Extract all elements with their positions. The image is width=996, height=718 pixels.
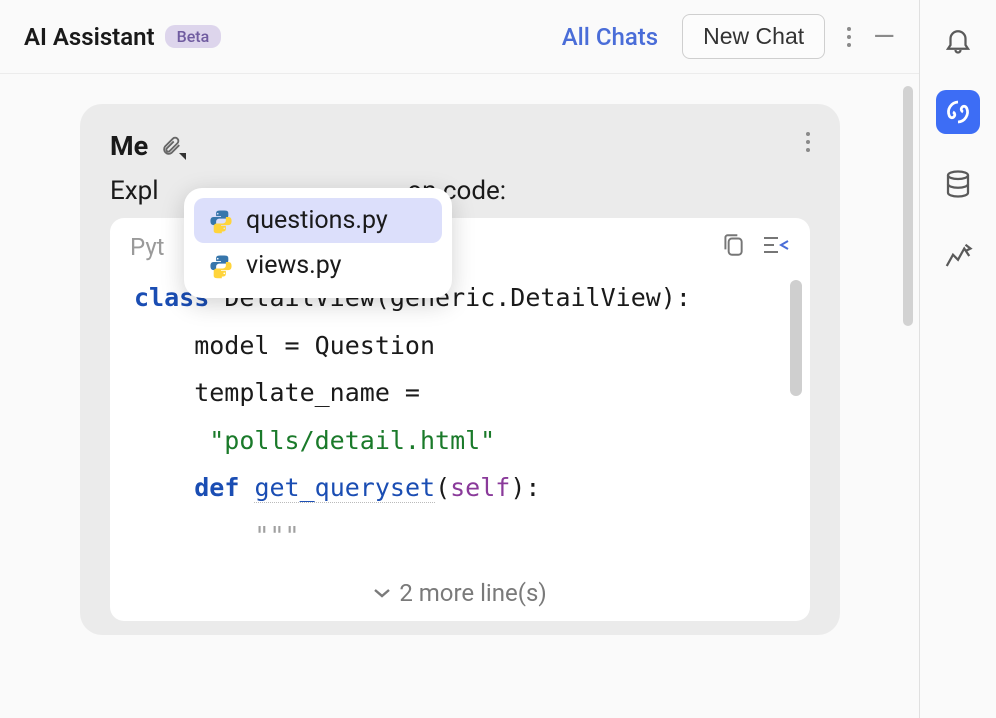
attachment-option[interactable]: questions.py bbox=[194, 198, 442, 243]
python-file-icon bbox=[208, 253, 234, 279]
attachment-dropdown: questions.py views.py bbox=[184, 188, 452, 298]
right-toolbar bbox=[920, 0, 996, 718]
insert-code-button[interactable] bbox=[762, 232, 790, 262]
insert-icon bbox=[762, 232, 790, 258]
code-content[interactable]: class DetailView(generic.DetailView): mo… bbox=[110, 264, 810, 569]
panel-more-button[interactable] bbox=[847, 27, 851, 47]
beta-badge: Beta bbox=[165, 25, 222, 48]
code-scrollbar[interactable] bbox=[790, 280, 802, 396]
ai-assistant-panel: AI Assistant Beta All Chats New Chat — M… bbox=[0, 0, 920, 718]
analytics-button[interactable] bbox=[936, 234, 980, 278]
python-file-icon bbox=[208, 208, 234, 234]
attachment-option-label: views.py bbox=[246, 251, 341, 280]
chevron-down-icon bbox=[373, 587, 391, 599]
message-header: Me bbox=[110, 130, 810, 162]
attachment-option-label: questions.py bbox=[246, 206, 388, 235]
database-button[interactable] bbox=[936, 162, 980, 206]
ai-assistant-button[interactable] bbox=[936, 90, 980, 134]
copy-icon bbox=[720, 232, 746, 258]
panel-title: AI Assistant bbox=[24, 23, 155, 51]
panel-header: AI Assistant Beta All Chats New Chat — bbox=[0, 0, 919, 74]
bell-icon bbox=[943, 25, 973, 55]
message-more-button[interactable] bbox=[806, 132, 810, 152]
attachment-option[interactable]: views.py bbox=[194, 243, 442, 288]
chart-icon bbox=[943, 241, 973, 271]
notifications-button[interactable] bbox=[936, 18, 980, 62]
expand-code-button[interactable]: 2 more line(s) bbox=[110, 569, 810, 621]
copy-code-button[interactable] bbox=[720, 232, 746, 262]
author-label: Me bbox=[110, 130, 148, 162]
chat-scrollbar[interactable] bbox=[903, 86, 913, 326]
code-language-label: Pyt bbox=[130, 233, 165, 261]
database-icon bbox=[943, 169, 973, 199]
minimize-button[interactable]: — bbox=[873, 23, 895, 51]
ai-swirl-icon bbox=[943, 97, 973, 127]
attach-button[interactable] bbox=[160, 134, 182, 158]
dropdown-caret-icon bbox=[179, 153, 186, 160]
user-message: Me Explain the following Python code: Py… bbox=[80, 104, 840, 635]
all-chats-link[interactable]: All Chats bbox=[562, 23, 658, 51]
new-chat-button[interactable]: New Chat bbox=[682, 14, 825, 59]
chat-content: Me Explain the following Python code: Py… bbox=[0, 74, 919, 718]
